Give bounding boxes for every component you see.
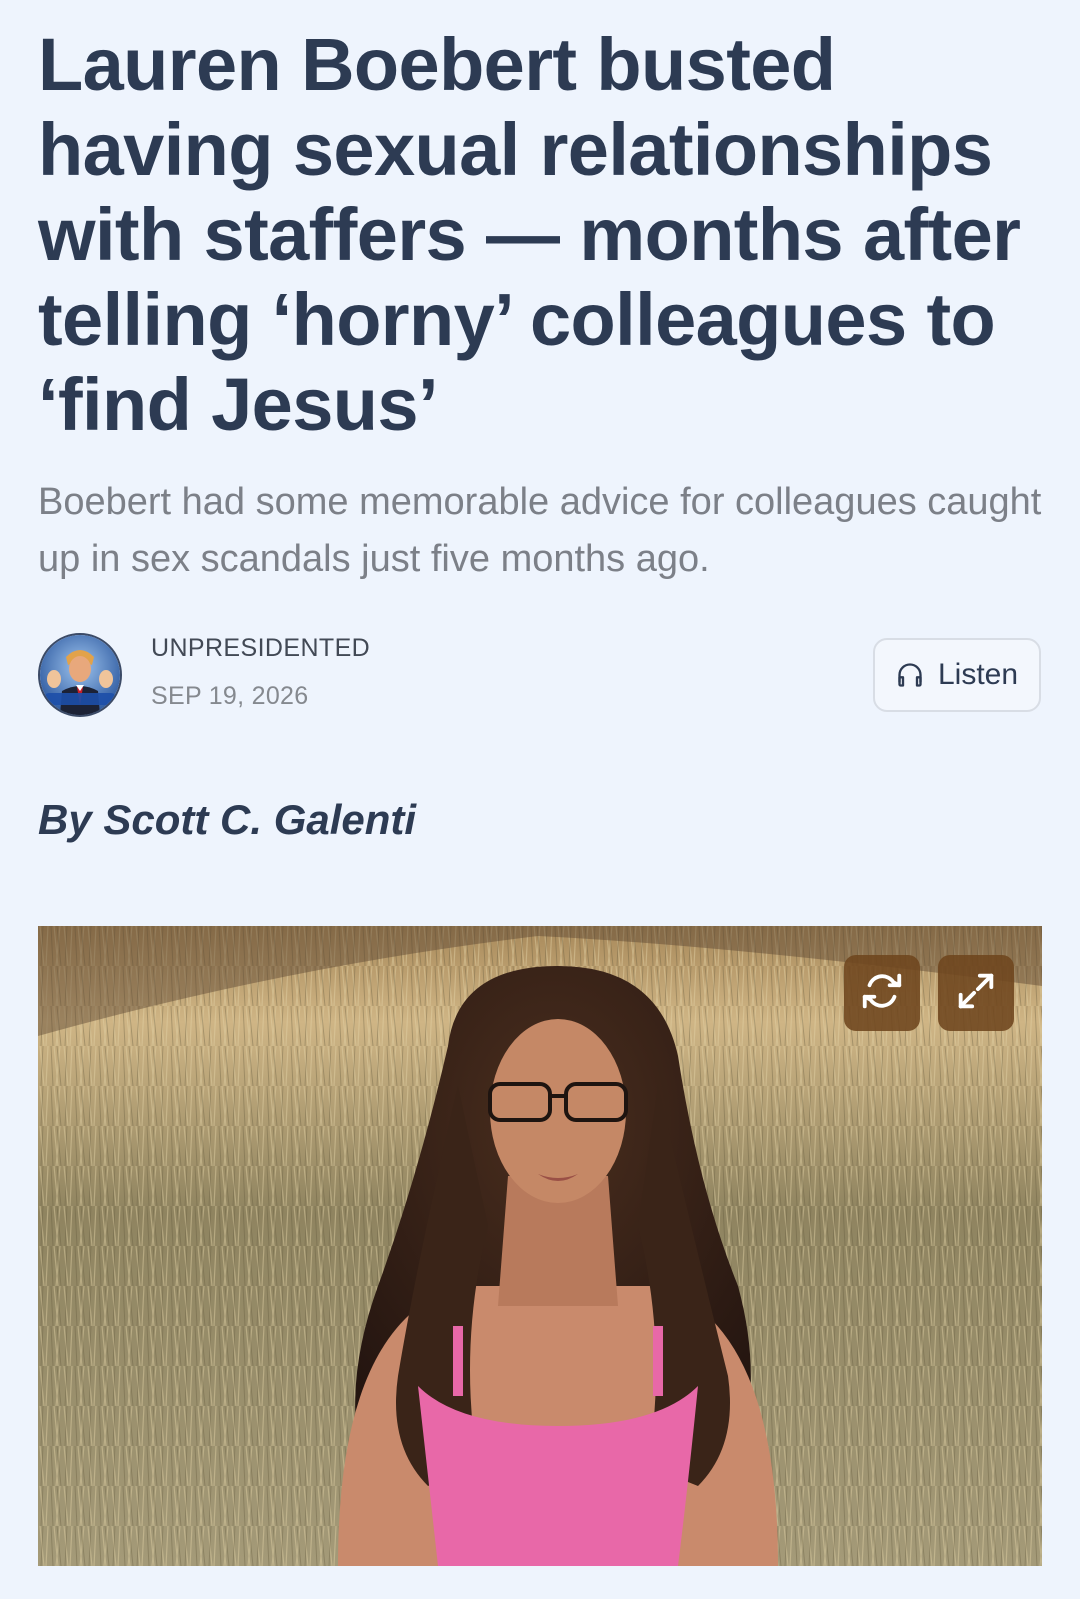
publish-date: SEP 19, 2026 [151, 682, 309, 710]
publication-avatar[interactable] [38, 633, 122, 717]
publication-name[interactable]: UNPRESIDENTED [151, 634, 370, 663]
listen-button[interactable]: Listen [873, 638, 1041, 712]
publication-logo [40, 635, 120, 715]
article-subtitle: Boebert had some memorable advice for co… [38, 481, 1042, 580]
refresh-icon [859, 968, 905, 1019]
article-photo[interactable] [38, 926, 1042, 1566]
expand-button[interactable] [938, 955, 1014, 1031]
refresh-button[interactable] [844, 955, 920, 1031]
author-byline: By Scott C. Galenti [38, 796, 417, 843]
listen-label: Listen [937, 658, 1019, 691]
expand-icon [953, 968, 999, 1019]
article-headline: Lauren Boebert busted having sexual rela… [38, 23, 1021, 446]
headphones-icon [896, 661, 924, 689]
